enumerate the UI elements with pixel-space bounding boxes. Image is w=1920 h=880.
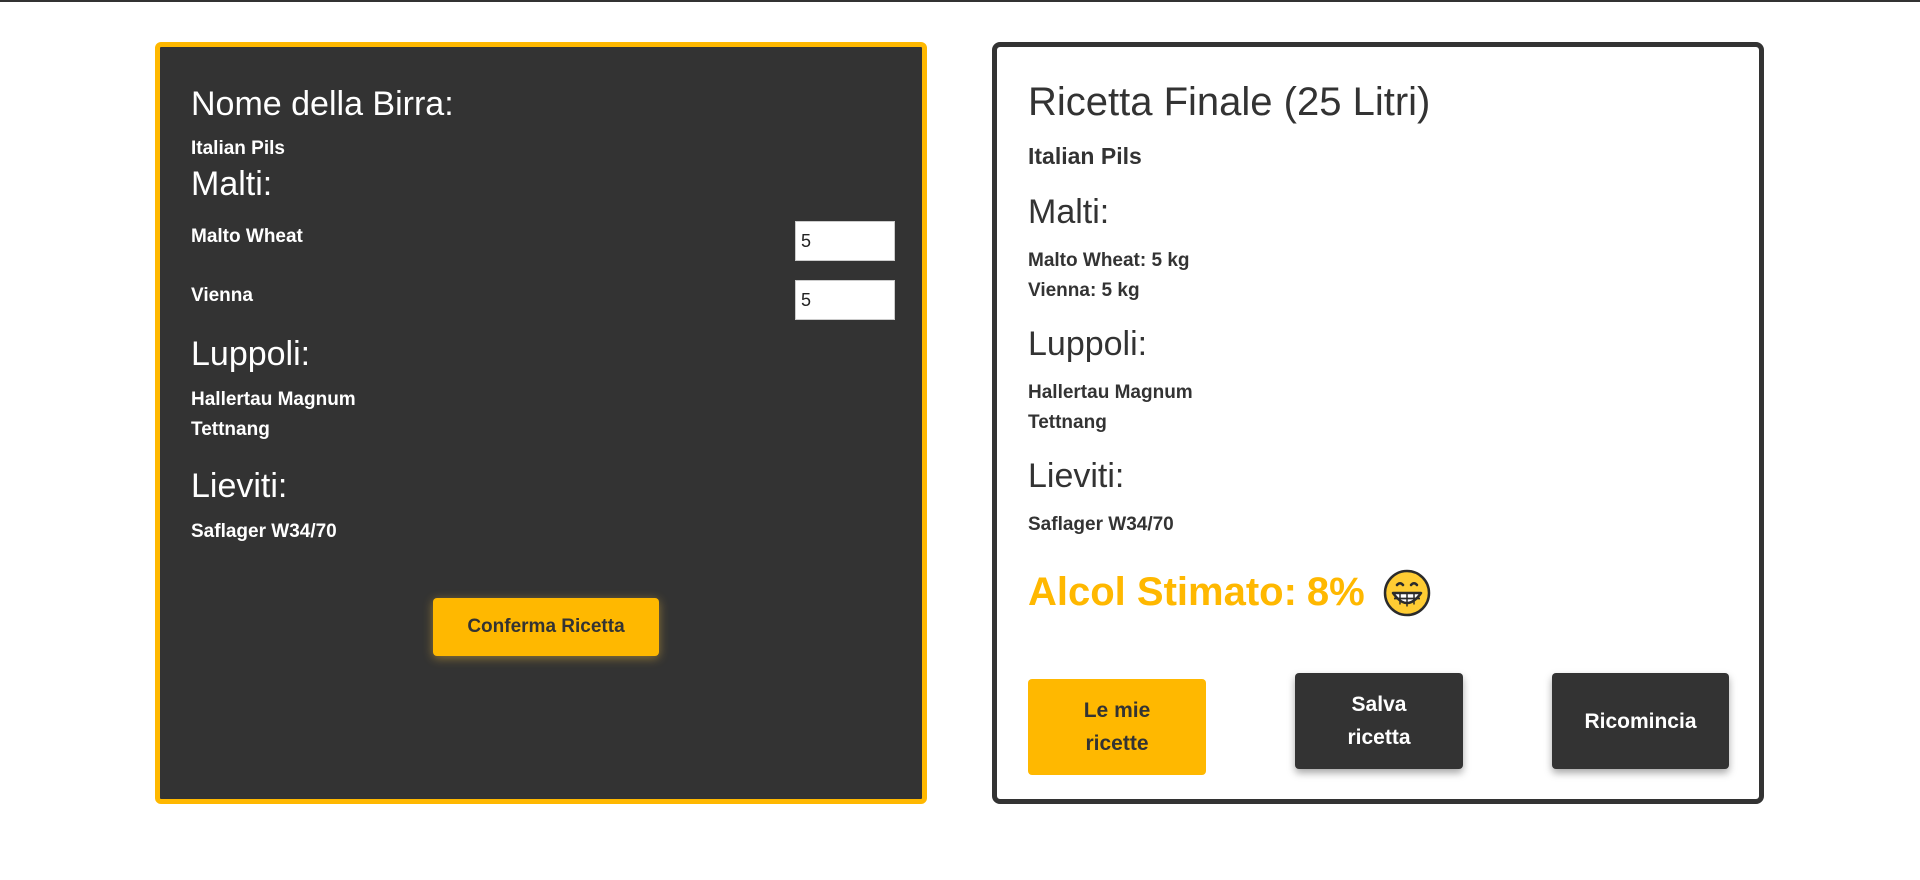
malts-heading: Malti: xyxy=(191,165,273,203)
final-beer-name: Italian Pils xyxy=(1028,143,1142,169)
final-malt-item: Malto Wheat: 5 kg xyxy=(1028,250,1190,271)
malt-name: Malto Wheat xyxy=(191,226,303,247)
final-hop-item: Hallertau Magnum xyxy=(1028,382,1193,403)
estimated-alcohol-value: 8% xyxy=(1306,570,1365,614)
final-malt-item: Vienna: 5 kg xyxy=(1028,280,1140,301)
yeasts-heading: Lieviti: xyxy=(191,467,288,505)
estimated-alcohol-label: Alcol Stimato: xyxy=(1028,570,1297,614)
yeast-item: Saflager W34/70 xyxy=(191,521,337,542)
my-recipes-button-label: Le mie ricette xyxy=(1083,699,1151,755)
grinning-face-icon xyxy=(1383,569,1431,617)
final-recipe-title: Ricetta Finale (25 Litri) xyxy=(1028,80,1431,124)
final-yeasts-heading: Lieviti: xyxy=(1028,457,1125,495)
confirm-recipe-button[interactable]: Conferma Ricetta xyxy=(433,598,659,656)
final-hop-item: Tettnang xyxy=(1028,412,1107,433)
hop-item: Tettnang xyxy=(191,419,270,440)
recipe-form-panel: Nome della Birra: Italian Pils Malti: Ma… xyxy=(155,42,927,804)
final-malts-heading: Malti: xyxy=(1028,193,1110,231)
hop-item: Hallertau Magnum xyxy=(191,389,356,410)
final-recipe-panel: Ricetta Finale (25 Litri) Italian Pils M… xyxy=(992,42,1764,804)
save-recipe-button[interactable]: Salva ricetta xyxy=(1295,673,1463,769)
beer-name-heading: Nome della Birra: xyxy=(191,85,454,123)
restart-button[interactable]: Ricomincia xyxy=(1552,673,1729,769)
estimated-alcohol: Alcol Stimato: 8% xyxy=(1028,567,1365,617)
beer-name-value: Italian Pils xyxy=(191,138,285,159)
malt-name: Vienna xyxy=(191,285,253,306)
restart-button-label: Ricomincia xyxy=(1584,709,1697,733)
top-divider xyxy=(0,0,1920,2)
final-hops-heading: Luppoli: xyxy=(1028,325,1148,363)
save-recipe-button-label: Salva ricetta xyxy=(1347,693,1411,749)
malt-quantity-input[interactable] xyxy=(795,280,895,320)
hops-heading: Luppoli: xyxy=(191,335,311,373)
final-yeast-item: Saflager W34/70 xyxy=(1028,514,1174,535)
malt-quantity-input[interactable] xyxy=(795,221,895,261)
my-recipes-button[interactable]: Le mie ricette xyxy=(1028,679,1206,775)
